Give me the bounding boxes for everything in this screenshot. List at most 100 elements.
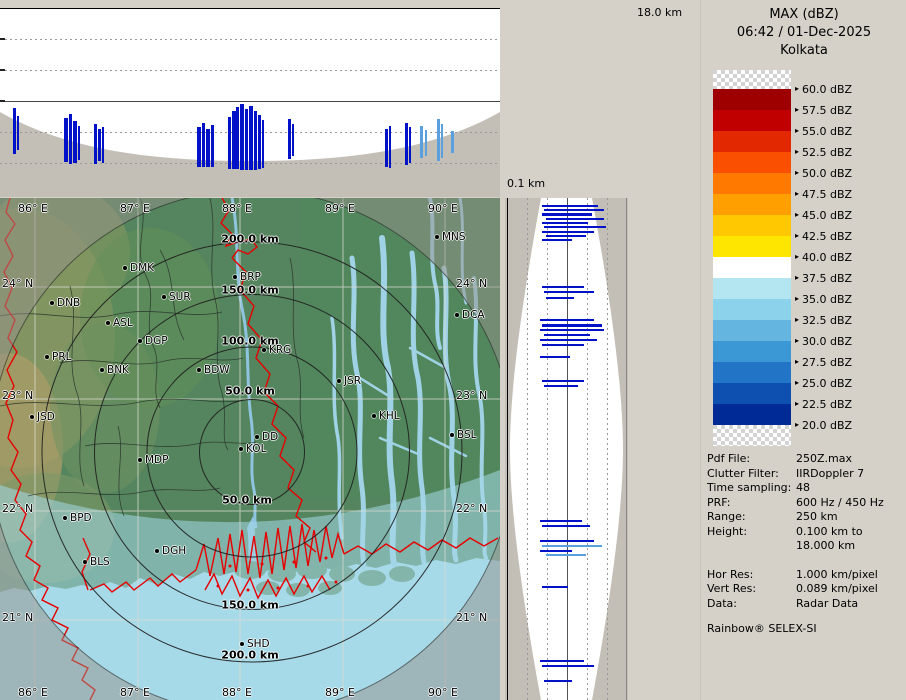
scale-swatch — [713, 89, 791, 110]
product-title: MAX (dBZ) — [769, 7, 839, 22]
top-height-profile-panel — [0, 0, 500, 197]
echo-bar — [542, 344, 584, 346]
scale-swatch — [713, 215, 791, 236]
scale-label: ▸ 22.5 dBZ — [795, 397, 852, 411]
lon-label: 89° E — [325, 686, 355, 699]
info-value: IIRDoppler 7 — [796, 466, 865, 480]
city-marker: BNK — [100, 364, 129, 376]
echo-bar — [94, 124, 97, 164]
info-row: PRF: 600 Hz / 450 Hz — [707, 496, 903, 511]
lat-label: 22° N — [456, 502, 488, 515]
scale-label-text: 22.5 dBZ — [802, 397, 853, 411]
city-label: ASL — [113, 317, 133, 329]
city-marker: BLS — [83, 556, 110, 568]
info-value: 0.100 km to 18.000 km — [796, 524, 863, 553]
info-value: 1.000 km/pixel — [796, 567, 878, 581]
city-marker: PRL — [45, 351, 71, 363]
range-ring-label: 50.0 km — [225, 384, 275, 398]
lon-label: 86° E — [18, 686, 48, 699]
scale-label: ▸ 42.5 dBZ — [795, 229, 852, 243]
scale-swatch — [713, 299, 791, 320]
city-marker: KOL — [239, 443, 266, 455]
echo-bar — [211, 125, 214, 167]
echo-bar — [17, 116, 19, 150]
info-key: Pdf File: — [707, 452, 751, 465]
echo-bar — [540, 520, 582, 522]
product-info: Pdf File: 250Z.max Clutter Filter: IIRDoppl… — [707, 452, 903, 611]
city-dot-icon — [155, 549, 159, 553]
echo-bar — [542, 665, 594, 667]
scale-label-text: 27.5 dBZ — [802, 355, 853, 369]
scale-swatch — [713, 341, 791, 362]
echo-bar — [288, 119, 291, 159]
legend-panel: MAX (dBZ) 06:42 / 01-Dec-2025 Kolkata ▸ 6… — [700, 0, 906, 700]
echo-bar — [546, 218, 604, 220]
scale-tick-icon: ▸ — [795, 336, 800, 345]
lon-label: 86° E — [18, 202, 48, 215]
city-label: DMK — [130, 262, 155, 274]
scale-label: ▸ 30.0 dBZ — [795, 334, 852, 348]
lat-label: 23° N — [456, 389, 488, 402]
city-marker: DNB — [50, 297, 80, 309]
product-datetime: 06:42 / 01-Dec-2025 — [736, 25, 872, 40]
city-marker: DD — [255, 431, 278, 443]
radar-map: 86° E 86° E 87° E 87° E 88° E 88° E 89° E 89° E… — [0, 198, 500, 700]
info-key: Data: — [707, 596, 737, 610]
scale-swatch — [713, 362, 791, 383]
lat-label: 24° N — [2, 277, 34, 290]
echo-bar — [409, 127, 411, 163]
scale-label: ▸ 25.0 dBZ — [795, 376, 852, 390]
info-key: Time sampling: — [707, 481, 792, 494]
scale-label-text: 55.0 dBZ — [802, 124, 853, 138]
scale-swatch — [713, 257, 791, 278]
echo-bar — [542, 286, 584, 288]
info-key: Vert Res: — [707, 582, 757, 595]
scale-label-text: 57.5 dBZ — [802, 103, 853, 117]
info-row: Data: Radar Data — [707, 597, 903, 612]
city-label: BPD — [70, 512, 92, 524]
scale-tick-icon: ▸ — [795, 231, 800, 240]
scale-tick-icon: ▸ — [795, 315, 800, 324]
scale-tick-icon: ▸ — [795, 273, 800, 282]
software-brand: Rainbow® SELEX-SI — [707, 622, 817, 635]
echo-bar — [258, 115, 261, 169]
scale-label-text: 25.0 dBZ — [802, 376, 853, 390]
scale-tick-icon: ▸ — [795, 420, 800, 429]
city-dot-icon — [63, 516, 67, 520]
scale-label: ▸ 50.0 dBZ — [795, 166, 852, 180]
range-ring-label: 200.0 km — [221, 648, 279, 662]
info-value: 250 km — [796, 510, 838, 523]
echo-bar — [540, 550, 572, 552]
range-ring-label: 200.0 km — [221, 232, 279, 246]
city-dot-icon — [123, 266, 127, 270]
city-label: MNS — [442, 231, 466, 243]
echo-bar — [540, 329, 604, 331]
scale-label: ▸ 27.5 dBZ — [795, 355, 852, 369]
lat-label: 22° N — [2, 502, 34, 515]
scale-label-text: 52.5 dBZ — [802, 145, 853, 159]
echo-bar — [544, 385, 578, 387]
lon-label: 88° E — [222, 686, 252, 699]
station-name: Kolkata — [780, 43, 828, 58]
echo-bar — [546, 297, 574, 299]
info-value: Radar Data — [796, 596, 859, 610]
city-marker: DMK — [123, 262, 154, 274]
side-height-profile-panel — [505, 198, 628, 700]
scale-tick-icon: ▸ — [795, 294, 800, 303]
scale-offscale-low — [713, 425, 791, 446]
echo-bar — [542, 222, 588, 224]
scale-swatch — [713, 404, 791, 425]
city-label: DD — [262, 431, 279, 443]
scale-label-text: 45.0 dBZ — [802, 208, 853, 222]
echo-bar — [540, 339, 597, 341]
scale-swatch — [713, 278, 791, 299]
city-marker: MDP — [138, 454, 168, 466]
city-label: BRP — [240, 271, 261, 283]
lon-label: 87° E — [120, 686, 150, 699]
scale-tick-icon: ▸ — [795, 147, 800, 156]
scale-swatch — [713, 110, 791, 131]
lon-label: 90° E — [428, 686, 458, 699]
echo-bar — [542, 239, 572, 241]
city-label: MDP — [145, 454, 169, 466]
city-marker: DCA — [455, 309, 485, 321]
